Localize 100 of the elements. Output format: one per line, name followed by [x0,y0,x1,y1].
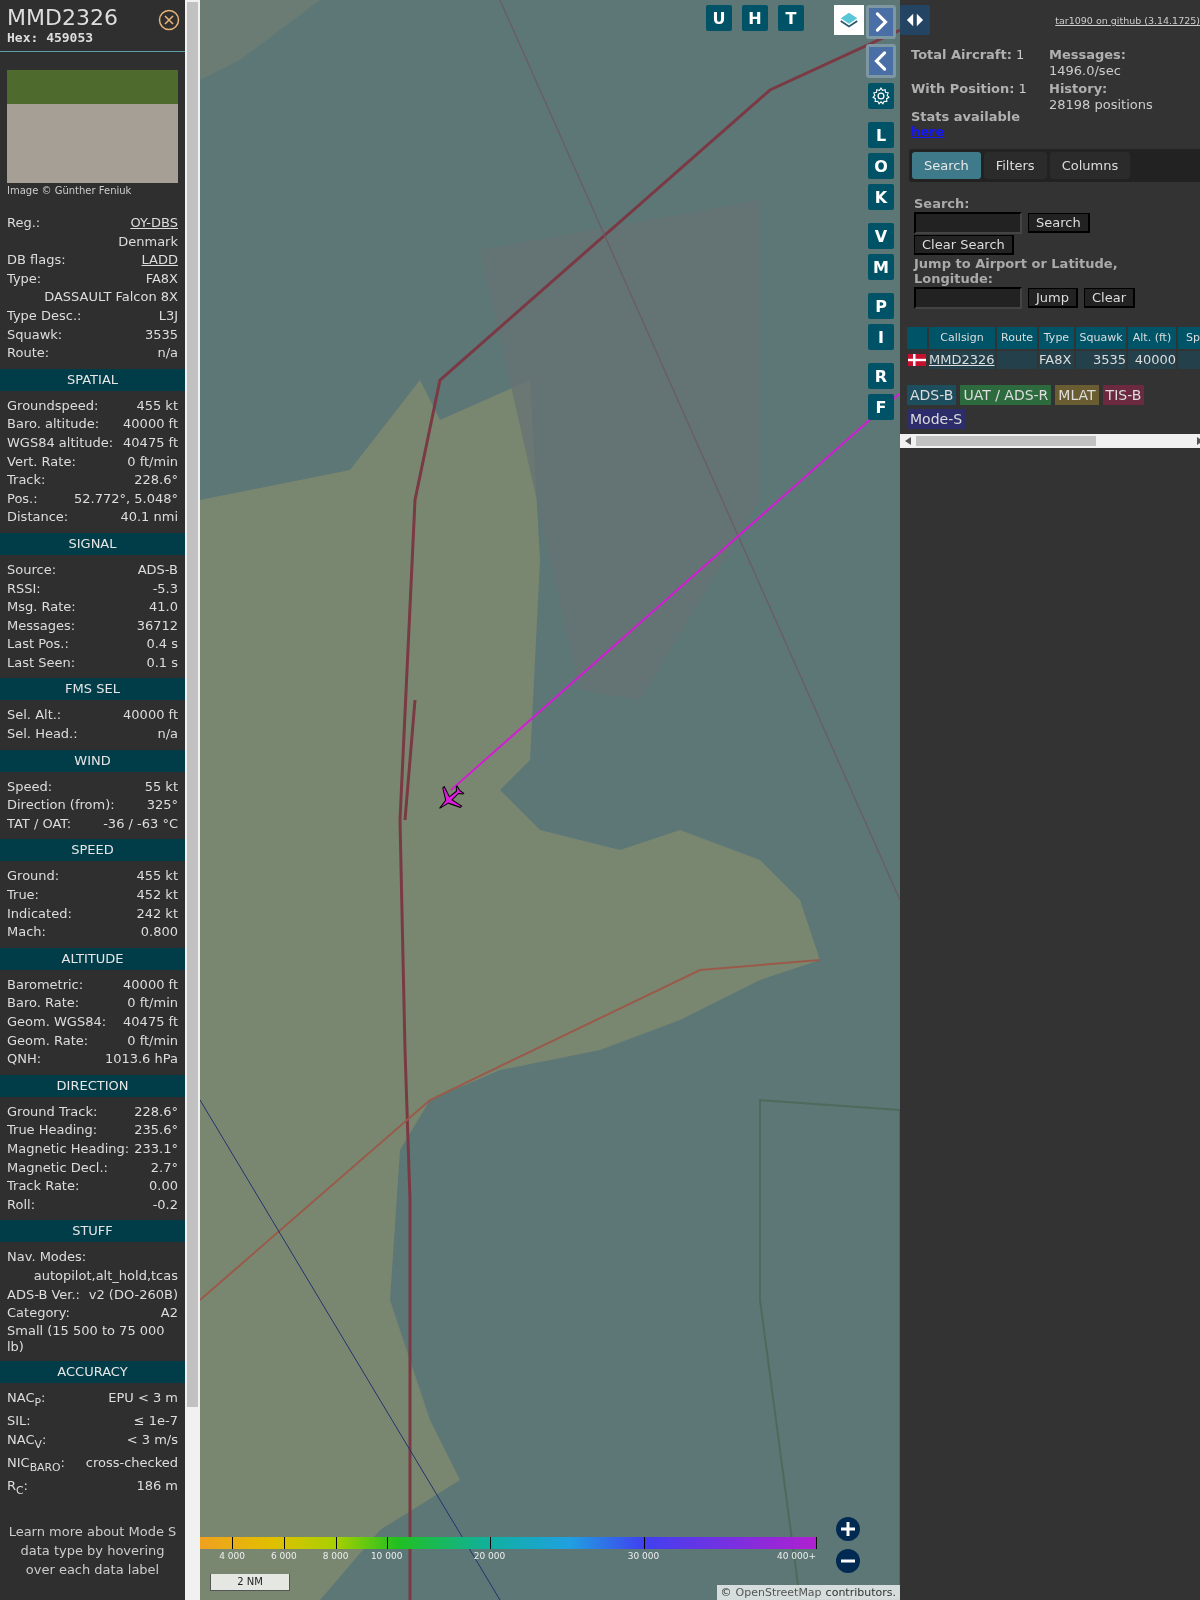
section-header: SIGNAL [0,532,185,555]
panel-toggle-button[interactable] [900,5,930,35]
field-label: Vert. Rate: [7,452,76,471]
field-label: ADS-B Ver.: [7,1285,80,1304]
close-icon[interactable] [158,9,180,31]
table-header[interactable]: Squawk [1076,327,1126,349]
field-value: Denmark [118,232,178,251]
field-value: 40000 ft [123,706,178,725]
scroll-left-icon[interactable] [904,436,912,446]
clear-button[interactable]: Clear [1084,288,1135,308]
zoom-out-button[interactable] [836,1549,860,1573]
altitude-label: 4 000 [219,1551,245,1561]
table-cell: 40000 [1128,351,1176,369]
field-label: Reg.: [7,214,41,232]
field-value: L3J [158,306,178,325]
map-toggle-button[interactable]: V [868,223,894,249]
field-value: 228.6° [134,471,178,490]
field-label: Type Desc.: [7,306,82,325]
clear-search-button[interactable]: Clear Search [914,235,1014,255]
map-toggle-button[interactable]: R [868,363,894,389]
tab[interactable]: Columns [1049,152,1131,179]
table-cell: FA8X [1039,351,1074,369]
help-note: Learn more about Mode S data type by hovering over each data label [7,1523,178,1580]
stat-value: 1 [1015,47,1025,62]
field-label: Nav. Modes: [7,1248,87,1267]
zoom-in-button[interactable] [836,1517,860,1541]
settings-button[interactable] [868,83,894,109]
field-label: Ground Track: [7,1102,98,1121]
horizontal-scrollbar[interactable] [900,434,1200,448]
altitude-label: 40 000+ [776,1551,816,1561]
field-value: 40000 ft [123,975,178,994]
tab[interactable]: Filters [983,152,1047,179]
field-label: Type: [7,269,42,288]
table-header[interactable]: Route [997,327,1037,349]
altitude-label: 8 000 [322,1551,349,1561]
jump-label: Jump to Airport or Latitude, Longitude: [914,256,1119,286]
stat-label: History: [1049,81,1108,96]
map-toggle-button[interactable]: U [706,5,732,31]
version-link[interactable]: tar1090 on github (3.14.1725) [1055,15,1200,26]
map-toggle-button[interactable]: M [868,254,894,280]
table-header[interactable]: Alt. (ft) [1128,327,1176,349]
callsign-link[interactable]: MMD2326 [929,352,995,367]
field-label: Geom. Rate: [7,1031,89,1050]
search-field[interactable] [914,212,1022,234]
field-value: 325° [146,796,178,815]
attribution-link[interactable]: OpenStreetMap [735,1586,822,1599]
map-toggle-button[interactable]: T [778,5,804,31]
field-value: 52.772°, 5.048° [74,489,178,508]
map-toggle-button[interactable]: O [868,153,894,179]
map-toggle-button[interactable]: K [868,184,894,210]
field-link[interactable]: LADD [141,251,178,270]
table-header[interactable]: Type [1039,327,1074,349]
map-toggle-button[interactable]: F [868,394,894,420]
field-value: 0.1 s [146,653,178,672]
table-header[interactable]: Callsign [929,327,995,349]
field-value: DASSAULT Falcon 8X [44,288,178,307]
source-tag: TIS-B [1102,385,1145,405]
field-value: 36712 [136,616,178,635]
field-label: Mach: [7,923,46,942]
previous-button[interactable] [866,44,896,78]
field-label: True Heading: [7,1121,98,1140]
field-label: NAC$_{V}$: [7,1430,47,1453]
field-label: Sel. Alt.: [7,706,62,725]
field-value: A2 [160,1304,178,1323]
field-value: 40475 ft [123,433,178,452]
section-header: FMS SEL [0,678,185,701]
map-toggle-button[interactable]: I [868,324,894,350]
field-link[interactable]: OY-DBS [130,214,178,233]
field-label: Category: [7,1304,70,1323]
field-value: autopilot,alt_hold,tcas [33,1266,178,1285]
table-header[interactable]: Sp [1178,327,1200,349]
tab[interactable]: Search [912,152,981,179]
field-label: Route: [7,344,50,363]
field-value: < 3 m/s [126,1430,178,1449]
section-header: SPEED [0,839,185,862]
section-header: ACCURACY [0,1360,185,1383]
field-value: 0.4 s [146,635,178,654]
layers-button[interactable] [834,5,864,35]
field-value: n/a [157,725,178,744]
map-toggle-button[interactable]: H [742,5,768,31]
map-toggle-button[interactable]: L [868,122,894,148]
field-value: cross-checked [85,1453,178,1472]
field-value: 3535 [144,325,178,344]
field-label: Pos.: [7,489,38,508]
jump-button[interactable]: Jump [1028,288,1078,308]
next-button[interactable] [866,5,896,39]
field-value: 2.7° [150,1158,178,1177]
map-toggle-button[interactable]: P [868,293,894,319]
jump-field[interactable] [914,287,1022,309]
search-button[interactable]: Search [1028,213,1090,233]
field-label: Direction (from): [7,796,115,815]
field-label: Squawk: [7,325,63,344]
field-label: Msg. Rate: [7,598,76,617]
stat-label: Messages: [1049,47,1127,62]
field-label: Magnetic Heading: [7,1139,130,1158]
field-label: Ground: [7,867,60,886]
field-label: Baro. Rate: [7,994,80,1013]
section-header: DIRECTION [0,1074,185,1097]
field-label: DB flags: [7,251,66,270]
scrollbar[interactable] [185,0,200,1600]
